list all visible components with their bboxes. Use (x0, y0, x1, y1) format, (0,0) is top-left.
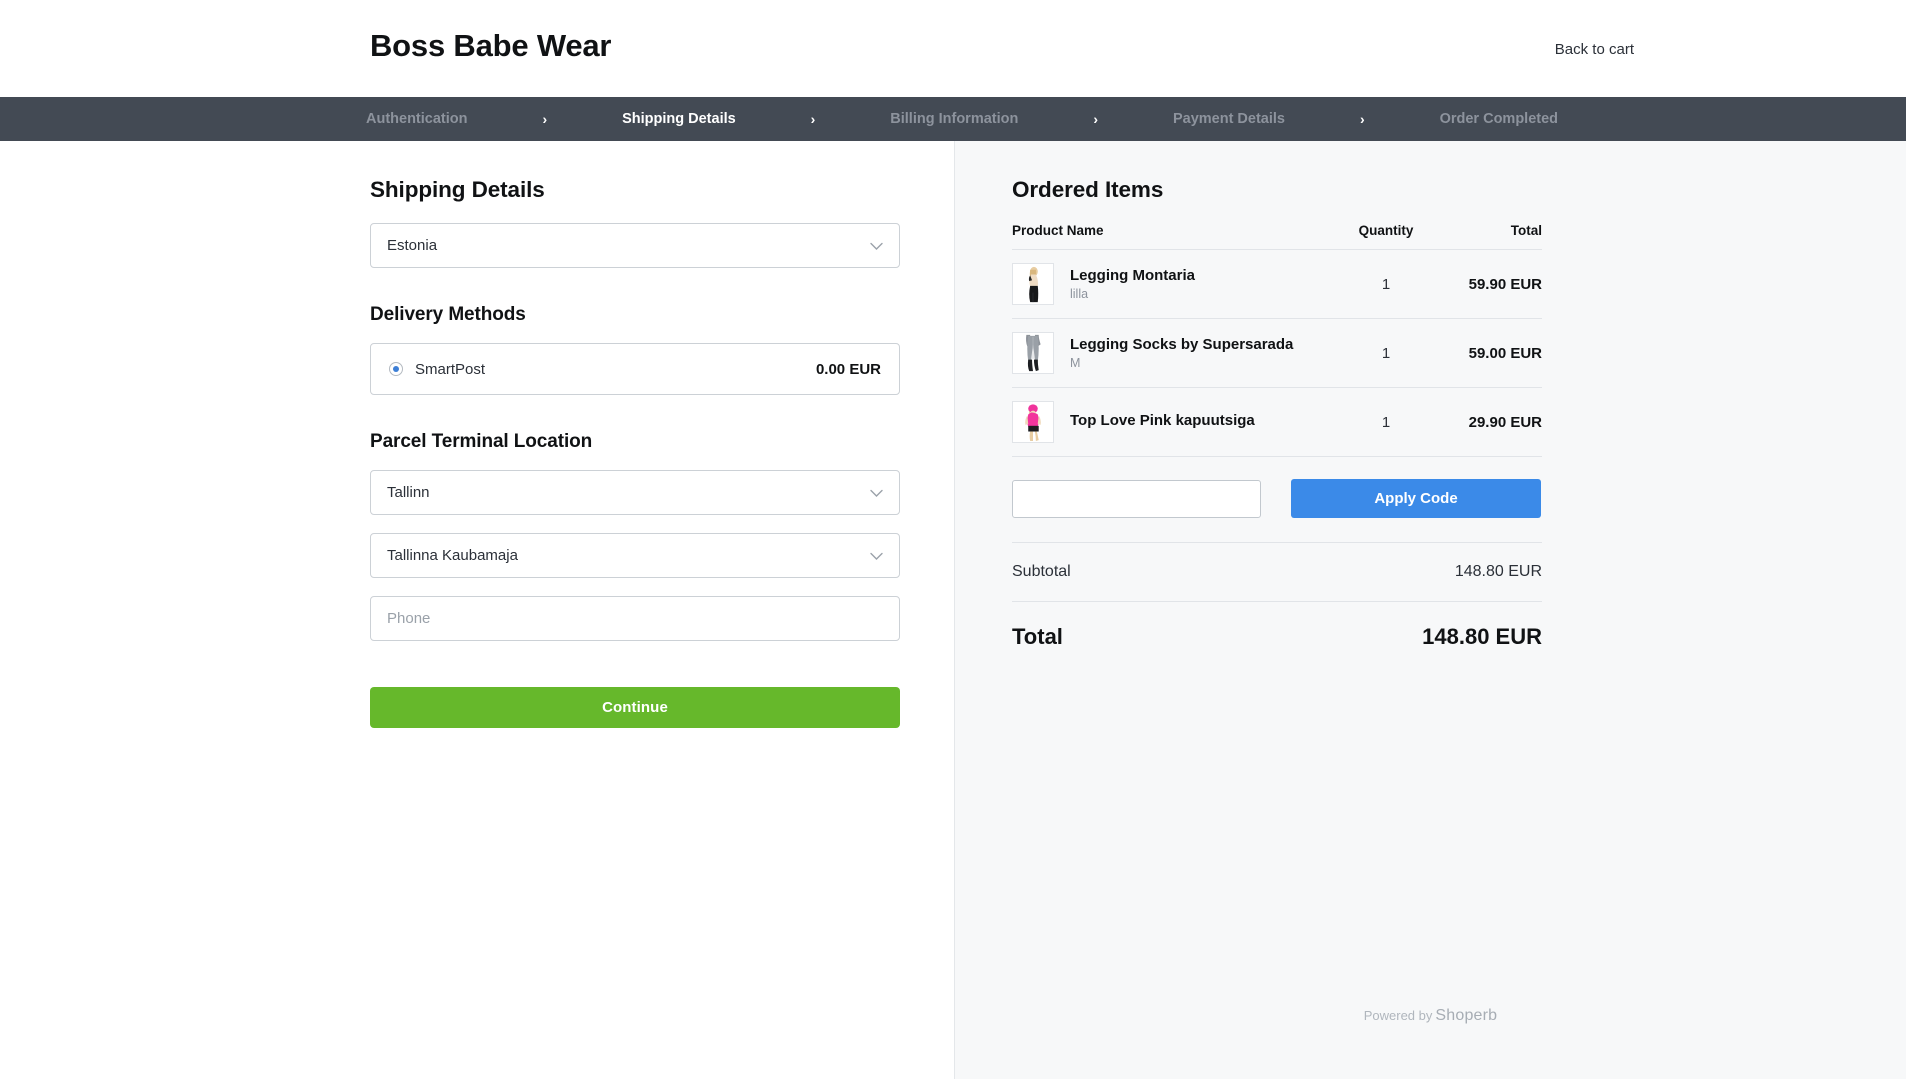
order-summary-pane: Ordered Items Product Name Quantity Tota… (955, 141, 1906, 1079)
step-authentication[interactable]: Authentication (366, 111, 468, 127)
subtotal-row: Subtotal 148.80 EUR (1012, 543, 1542, 602)
shipping-details-heading: Shipping Details (370, 177, 545, 202)
city-select[interactable]: Tallinn (370, 470, 900, 515)
order-table-header: Product Name Quantity Total (1012, 223, 1542, 250)
radio-icon-smartpost[interactable] (389, 362, 403, 376)
terminal-select-value: Tallinna Kaubamaja (387, 547, 518, 564)
phone-field[interactable]: Phone (370, 596, 900, 641)
delivery-method-price: 0.00 EUR (815, 360, 881, 378)
step-payment-details[interactable]: Payment Details (1173, 111, 1285, 127)
product-quantity: 1 (1381, 275, 1391, 293)
page-header: Boss Babe Wear Back to cart (0, 0, 1906, 97)
table-row: Legging Montaria lilla 1 59.90 EUR (1012, 250, 1542, 319)
chevron-down-icon (870, 238, 883, 253)
delivery-method-option-smartpost[interactable]: SmartPost 0.00 EUR (370, 343, 900, 395)
store-logo-text: Boss Babe Wear (370, 28, 612, 63)
terminal-select[interactable]: Tallinna Kaubamaja (370, 533, 900, 578)
total-value: 148.80 EUR (1422, 624, 1542, 649)
product-total: 59.90 EUR (1468, 275, 1542, 293)
phone-field-placeholder: Phone (387, 610, 431, 627)
coupon-code-input[interactable] (1012, 479, 1261, 518)
checkout-step-nav: Authentication › Shipping Details › Bill… (0, 97, 1906, 141)
pink-hooded-top-photo-icon (1013, 402, 1053, 442)
product-name: Legging Montaria (1070, 266, 1195, 284)
column-header-product-name: Product Name (1012, 223, 1104, 238)
delivery-methods-heading: Delivery Methods (370, 304, 526, 325)
product-thumbnail (1012, 332, 1054, 374)
apply-code-button[interactable]: Apply Code (1291, 479, 1541, 518)
product-name: Legging Socks by Supersarada (1070, 335, 1294, 353)
product-total: 59.00 EUR (1468, 344, 1542, 362)
product-thumbnail (1012, 401, 1054, 443)
powered-by-label: Powered by (1363, 1008, 1433, 1023)
chevron-right-icon-3: › (1093, 111, 1098, 127)
product-quantity: 1 (1381, 344, 1391, 362)
product-quantity: 1 (1381, 413, 1391, 431)
table-row: Legging Socks by Supersarada M 1 59.00 E… (1012, 319, 1542, 388)
country-select[interactable]: Estonia (370, 223, 900, 268)
back-to-cart-link[interactable]: Back to cart (1555, 41, 1634, 58)
coupon-section: Apply Code (1012, 457, 1542, 543)
platform-name: Shoperb (1435, 1007, 1498, 1024)
total-label: Total (1012, 624, 1063, 649)
product-total: 29.90 EUR (1468, 413, 1542, 431)
step-shipping-details[interactable]: Shipping Details (622, 111, 736, 127)
column-header-quantity: Quantity (1358, 223, 1414, 238)
city-select-value: Tallinn (387, 484, 430, 501)
ordered-items-heading: Ordered Items (1012, 177, 1164, 202)
product-thumbnail (1012, 263, 1054, 305)
product-variant: M (1070, 356, 1081, 371)
parcel-terminal-heading: Parcel Terminal Location (370, 431, 593, 452)
subtotal-label: Subtotal (1012, 563, 1071, 580)
column-header-total: Total (1510, 223, 1542, 238)
chevron-right-icon-2: › (810, 111, 816, 127)
chevron-down-icon (870, 485, 883, 500)
grey-legging-socks-photo-icon (1013, 333, 1053, 373)
chevron-down-icon (870, 548, 883, 563)
total-row: Total 148.80 EUR (1012, 602, 1542, 672)
powered-by-footer: Powered by Shoperb (955, 1007, 1906, 1025)
continue-button[interactable]: Continue (370, 687, 900, 728)
product-variant: lilla (1070, 287, 1089, 302)
step-billing-information[interactable]: Billing Information (890, 111, 1018, 127)
country-select-value: Estonia (387, 237, 438, 254)
step-order-completed[interactable]: Order Completed (1440, 111, 1558, 127)
shipping-form-pane: Shipping Details Estonia Delivery Method… (0, 141, 955, 1079)
woman-black-leggings-photo-icon (1013, 264, 1053, 304)
subtotal-value: 148.80 EUR (1454, 563, 1542, 580)
product-name: Top Love Pink kapuutsiga (1070, 411, 1255, 429)
checkout-content: Shipping Details Estonia Delivery Method… (0, 141, 1906, 1079)
chevron-right-icon-1: › (542, 111, 548, 127)
chevron-right-icon-4: › (1359, 111, 1365, 127)
delivery-method-name: SmartPost (415, 360, 486, 378)
table-row: Top Love Pink kapuutsiga 1 29.90 EUR (1012, 388, 1542, 457)
